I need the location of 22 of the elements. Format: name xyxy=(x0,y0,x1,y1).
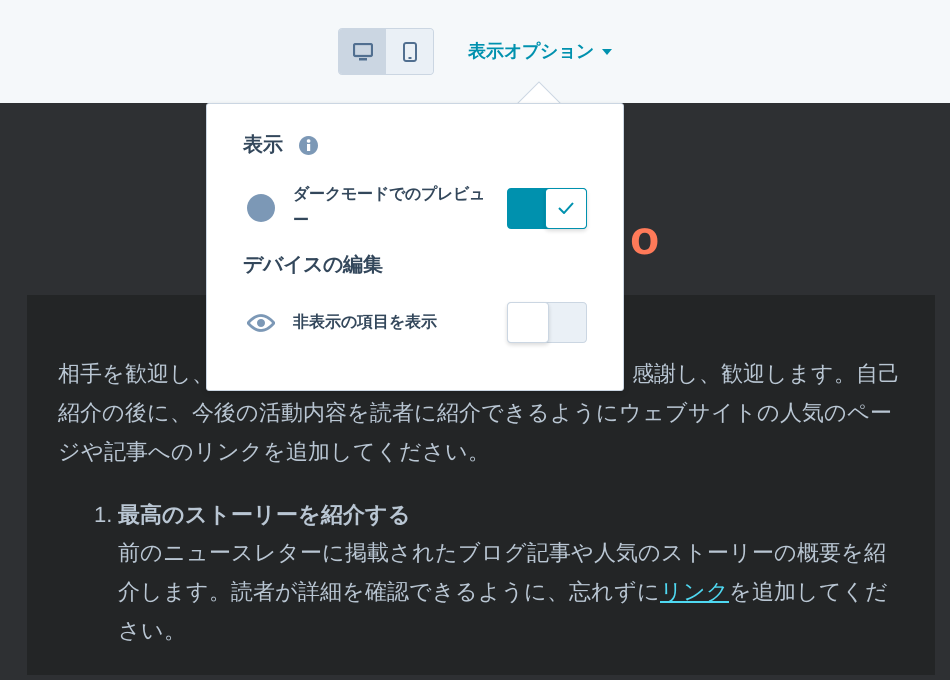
paragraph-text: 相手を歓迎し、 xyxy=(58,360,215,388)
logo-text: o xyxy=(630,212,660,265)
paragraph-text: 感謝し、歓迎します。自己 xyxy=(632,360,900,388)
desktop-view-button[interactable] xyxy=(339,29,386,74)
info-icon[interactable] xyxy=(299,136,318,154)
caret-icon xyxy=(602,48,612,54)
phone-icon xyxy=(402,42,416,62)
option-label: ダークモードでのプレビュー xyxy=(293,184,486,231)
section-heading: デバイスの編集 xyxy=(243,253,383,278)
checkmark-icon xyxy=(558,202,574,214)
mobile-view-button[interactable] xyxy=(386,29,433,74)
eye-icon xyxy=(247,314,275,332)
monitor-icon xyxy=(352,42,372,60)
list-number: 1. xyxy=(94,501,112,529)
option-label: 非表示の項目を表示 xyxy=(293,312,438,332)
list-item-text: 前のニュースレターに掲載されたブログ記事や人気のストーリーの概要を紹介します。読者が詳細を確認できるように、忘れずに リンク を追加してください。 xyxy=(118,539,889,645)
list-item-title: 最高のストーリーを紹介する xyxy=(118,501,412,529)
text-link[interactable]: リンク xyxy=(660,579,729,604)
section-heading: 表示 xyxy=(243,133,283,158)
toggle-switch[interactable] xyxy=(507,188,587,228)
paragraph-text: 紹介の後に、今後の活動内容を読者に紹介できるようにウェブサイトの人気のペー xyxy=(58,399,892,427)
paragraph-text: ジや記事へのリンクを追加してください。 xyxy=(58,438,490,466)
